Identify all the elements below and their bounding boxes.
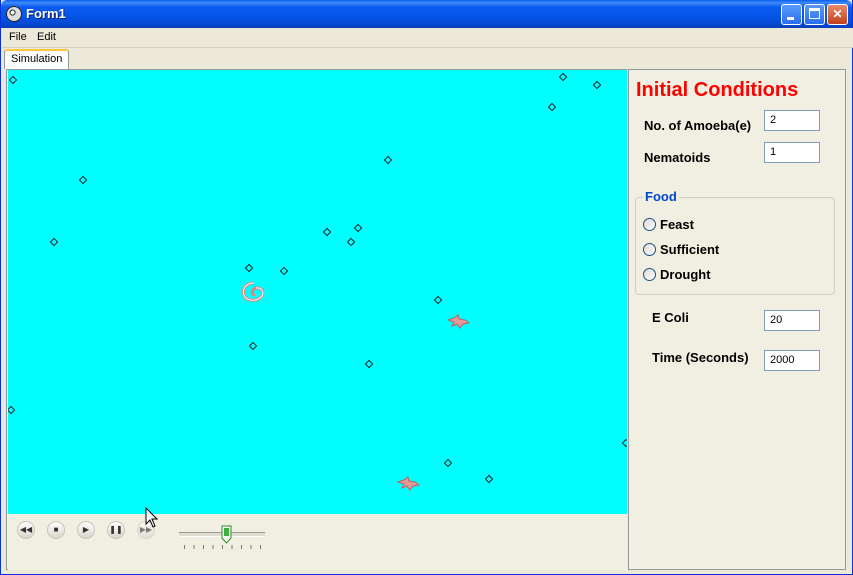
stop-icon: ■ (53, 525, 59, 534)
playback-controls: ◀◀ ■ ▶ ❚❚ ▶▶ (8, 514, 627, 570)
mouse-cursor-icon (145, 507, 159, 528)
ecoli-particle (443, 458, 453, 468)
ecoli-particle (244, 263, 254, 273)
ecoli-count-field[interactable]: 20 (764, 310, 820, 331)
speed-slider-thumb[interactable] (221, 525, 232, 544)
nematoids-count-field[interactable]: 1 (764, 142, 820, 163)
play-icon: ▶ (82, 525, 90, 534)
nematoid-sprite (241, 281, 265, 302)
pause-button[interactable]: ❚❚ (107, 521, 125, 539)
stop-button[interactable]: ■ (47, 521, 65, 539)
time-seconds-field[interactable]: 2000 (764, 350, 820, 371)
ecoli-particle (8, 405, 16, 415)
tab-strip: Simulation (2, 47, 853, 69)
simulation-canvas[interactable] (8, 70, 627, 514)
ecoli-particle (364, 359, 374, 369)
ecoli-particle (383, 155, 393, 165)
menu-edit[interactable]: Edit (37, 31, 56, 43)
food-drought-radio[interactable] (643, 268, 656, 281)
food-feast-radio[interactable] (643, 218, 656, 231)
initial-conditions-title: Initial Conditions (636, 79, 799, 101)
app-icon[interactable] (6, 6, 22, 22)
pause-icon: ❚❚ (109, 525, 123, 534)
close-button[interactable]: ✕ (827, 4, 848, 25)
food-drought-label[interactable]: Drought (660, 267, 711, 282)
ecoli-particle (78, 175, 88, 185)
ecoli-particle (592, 80, 602, 90)
amoeba-sprite (446, 314, 470, 329)
ecoli-particle (621, 438, 627, 448)
rewind-button[interactable]: ◀◀ (17, 521, 35, 539)
ecoli-label: E Coli (652, 310, 689, 325)
amoeba-count-field[interactable]: 2 (764, 110, 820, 131)
menu-bar: File Edit (2, 28, 853, 48)
close-icon: ✕ (832, 7, 843, 21)
play-button[interactable]: ▶ (77, 521, 95, 539)
ecoli-particle (558, 72, 568, 82)
food-feast-label[interactable]: Feast (660, 217, 694, 232)
tab-simulation[interactable]: Simulation (4, 49, 70, 69)
maximize-icon (809, 8, 820, 19)
ecoli-particle (8, 75, 18, 85)
ecoli-particle (248, 341, 258, 351)
ecoli-particle (346, 237, 356, 247)
ecoli-particle (547, 102, 557, 112)
ecoli-particle (484, 474, 494, 484)
window-title: Form1 (26, 6, 66, 21)
ecoli-particle (279, 266, 289, 276)
amoeba-sprite (396, 476, 420, 491)
food-group-title: Food (643, 189, 679, 204)
nematoids-label: Nematoids (644, 150, 711, 165)
title-bar[interactable]: Form1 ✕ (1, 0, 852, 28)
time-label: Time (Seconds) (652, 350, 749, 365)
minimize-icon (787, 17, 794, 20)
rewind-icon: ◀◀ (19, 525, 33, 534)
ecoli-particle (353, 223, 363, 233)
amoeba-label: No. of Amoeba(e) (644, 118, 752, 133)
ecoli-particle (322, 227, 332, 237)
menu-file[interactable]: File (9, 31, 27, 43)
speed-slider-ticks (184, 545, 264, 549)
minimize-button[interactable] (781, 4, 802, 25)
food-sufficient-radio[interactable] (643, 243, 656, 256)
ecoli-particle (433, 295, 443, 305)
maximize-button[interactable] (804, 4, 825, 25)
food-sufficient-label[interactable]: Sufficient (660, 242, 719, 257)
ecoli-particle (49, 237, 59, 247)
